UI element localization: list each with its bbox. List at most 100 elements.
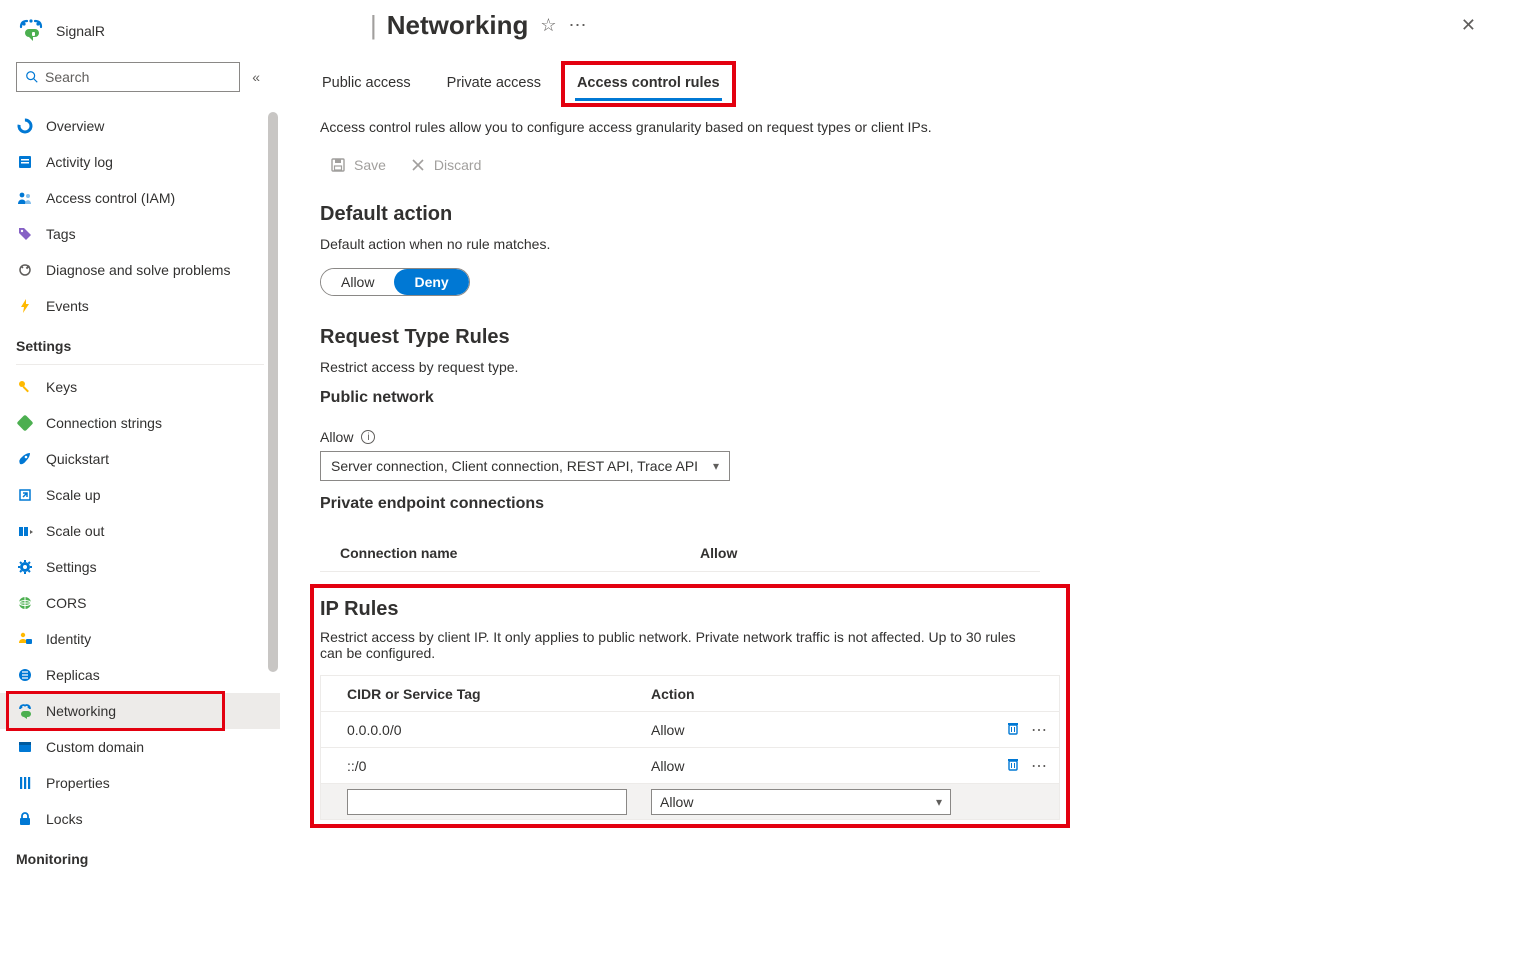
sidebar-item-label: Scale out <box>46 523 104 539</box>
sidebar-item-label: Events <box>46 298 89 314</box>
sidebar-item-label: Settings <box>46 559 97 575</box>
ip-rules-table: CIDR or Service Tag Action 0.0.0.0/0 All… <box>320 675 1060 820</box>
sidebar-item-label: Scale up <box>46 487 100 503</box>
page-title: Networking <box>387 10 529 41</box>
sidebar-item-activity-log[interactable]: Activity log <box>0 144 280 180</box>
sidebar-item-label: Diagnose and solve problems <box>46 262 230 278</box>
sidebar-item-label: Identity <box>46 631 91 647</box>
new-cidr-input[interactable] <box>347 789 627 815</box>
default-action-sub: Default action when no rule matches. <box>320 230 1496 252</box>
sidebar: SignalR « Overview Activity log Access c… <box>0 0 280 977</box>
pe-table: Connection name Allow <box>320 535 1040 572</box>
save-button[interactable]: Save <box>330 157 386 173</box>
sidebar-divider <box>16 364 264 365</box>
toolbar: Save Discard <box>320 135 1496 173</box>
row-more-icon[interactable]: ⋯ <box>1031 756 1049 776</box>
collapse-sidebar-icon[interactable]: « <box>248 65 264 89</box>
tab-private-access[interactable]: Private access <box>445 69 543 101</box>
more-icon[interactable]: ⋯ <box>568 15 586 36</box>
sidebar-item-keys[interactable]: Keys <box>0 369 280 405</box>
sidebar-item-label: Networking <box>46 703 116 719</box>
signalr-icon <box>16 16 46 46</box>
save-icon <box>330 157 346 173</box>
pe-col-allow: Allow <box>700 545 900 561</box>
tab-description: Access control rules allow you to config… <box>320 101 1080 135</box>
sidebar-item-events[interactable]: Events <box>0 288 280 324</box>
properties-icon <box>16 774 34 792</box>
discard-label: Discard <box>434 157 481 173</box>
request-rules-heading: Request Type Rules <box>320 296 1496 353</box>
sidebar-item-locks[interactable]: Locks <box>0 801 280 837</box>
quickstart-icon <box>16 450 34 468</box>
main-content: | Networking ☆ ⋯ ✕ Public access Private… <box>300 0 1536 977</box>
pe-heading: Private endpoint connections <box>320 481 1496 517</box>
default-action-toggle[interactable]: Allow Deny <box>320 268 470 296</box>
ip-rule-cidr: 0.0.0.0/0 <box>321 722 651 738</box>
delete-icon[interactable] <box>1005 720 1021 740</box>
sidebar-item-custom-domain[interactable]: Custom domain <box>0 729 280 765</box>
sidebar-item-connection-strings[interactable]: Connection strings <box>0 405 280 441</box>
sidebar-item-identity[interactable]: Identity <box>0 621 280 657</box>
title-divider: | <box>370 10 377 41</box>
sidebar-item-scale-up[interactable]: Scale up <box>0 477 280 513</box>
sidebar-search-input[interactable] <box>45 69 231 85</box>
tab-access-control-rules[interactable]: Access control rules <box>575 69 722 101</box>
locks-icon <box>16 810 34 828</box>
ip-rule-row: ::/0 Allow ⋯ <box>321 748 1059 784</box>
toggle-deny[interactable]: Deny <box>394 269 468 295</box>
sidebar-item-quickstart[interactable]: Quickstart <box>0 441 280 477</box>
favorite-icon[interactable]: ☆ <box>540 15 556 36</box>
search-icon <box>25 70 39 84</box>
allow-label-row: Allow i <box>320 411 1496 445</box>
new-action-select[interactable]: Allow ▾ <box>651 789 951 815</box>
sidebar-item-label: Tags <box>46 226 76 242</box>
toggle-allow[interactable]: Allow <box>321 269 394 295</box>
activity-log-icon <box>16 153 34 171</box>
sidebar-item-scale-out[interactable]: Scale out <box>0 513 280 549</box>
row-more-icon[interactable]: ⋯ <box>1031 720 1049 740</box>
delete-icon[interactable] <box>1005 756 1021 776</box>
sidebar-item-replicas[interactable]: Replicas <box>0 657 280 693</box>
ip-rule-cidr: ::/0 <box>321 758 651 774</box>
save-label: Save <box>354 157 386 173</box>
sidebar-nav: Overview Activity log Access control (IA… <box>0 108 280 977</box>
sidebar-item-label: Overview <box>46 118 104 134</box>
sidebar-item-label: Connection strings <box>46 415 162 431</box>
ip-rule-new-row: Allow ▾ <box>321 784 1059 820</box>
sidebar-item-overview[interactable]: Overview <box>0 108 280 144</box>
sidebar-item-tags[interactable]: Tags <box>0 216 280 252</box>
cors-icon <box>16 594 34 612</box>
sidebar-item-properties[interactable]: Properties <box>0 765 280 801</box>
info-icon[interactable]: i <box>361 430 375 444</box>
ip-rules-sub: Restrict access by client IP. It only ap… <box>320 625 1040 661</box>
sidebar-item-networking[interactable]: Networking <box>0 693 280 729</box>
ip-rule-action: Allow <box>651 758 961 774</box>
allow-dropdown[interactable]: Server connection, Client connection, RE… <box>320 451 730 481</box>
sidebar-section-monitoring: Monitoring <box>0 837 280 873</box>
keys-icon <box>16 378 34 396</box>
sidebar-item-label: CORS <box>46 595 86 611</box>
sidebar-item-label: Properties <box>46 775 110 791</box>
sidebar-item-diagnose[interactable]: Diagnose and solve problems <box>0 252 280 288</box>
ip-rule-action: Allow <box>651 722 961 738</box>
allow-dropdown-value: Server connection, Client connection, RE… <box>331 458 698 474</box>
sidebar-item-label: Quickstart <box>46 451 109 467</box>
sidebar-item-settings[interactable]: Settings <box>0 549 280 585</box>
sidebar-item-access-control[interactable]: Access control (IAM) <box>0 180 280 216</box>
resource-header: SignalR <box>0 8 280 58</box>
sidebar-search[interactable] <box>16 62 240 92</box>
close-icon[interactable]: ✕ <box>1461 15 1476 36</box>
networking-icon <box>16 702 34 720</box>
sidebar-item-label: Locks <box>46 811 83 827</box>
discard-icon <box>410 157 426 173</box>
sidebar-scrollbar[interactable] <box>266 108 280 977</box>
ip-rules-section: IP Rules Restrict access by client IP. I… <box>320 582 1060 826</box>
tabs: Public access Private access Access cont… <box>320 59 1496 101</box>
iam-icon <box>16 189 34 207</box>
default-action-heading: Default action <box>320 173 1496 230</box>
sidebar-item-label: Access control (IAM) <box>46 190 175 206</box>
request-rules-sub: Restrict access by request type. <box>320 353 1496 375</box>
sidebar-item-cors[interactable]: CORS <box>0 585 280 621</box>
discard-button[interactable]: Discard <box>410 157 481 173</box>
tab-public-access[interactable]: Public access <box>320 69 413 101</box>
